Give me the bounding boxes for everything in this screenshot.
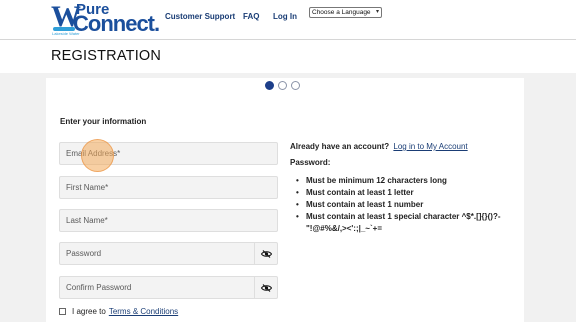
language-select-value: Choose a Language <box>312 9 371 16</box>
step-dot-1 <box>265 81 274 90</box>
password-rules-heading: Password: <box>290 158 331 167</box>
eye-slash-icon[interactable] <box>254 243 277 264</box>
step-indicator <box>265 81 300 90</box>
logo-connect: Connect. <box>73 11 160 36</box>
first-name-field[interactable]: First Name* <box>59 176 278 199</box>
first-name-placeholder: First Name* <box>66 183 109 192</box>
password-rule: Must be minimum 12 characters long <box>296 175 516 187</box>
password-rule: Must contain at least 1 special characte… <box>296 211 516 235</box>
eye-slash-icon[interactable] <box>254 277 277 298</box>
step-dot-3 <box>291 81 300 90</box>
already-have-account-text: Already have an account? <box>290 142 390 151</box>
last-name-field[interactable]: Last Name* <box>59 209 278 232</box>
terms-agreement: I agree to Terms & Conditions <box>59 307 178 316</box>
last-name-placeholder: Last Name* <box>66 216 108 225</box>
form-heading: Enter your information <box>60 117 147 126</box>
language-select[interactable]: Choose a Language ▾ <box>309 7 382 18</box>
password-field[interactable]: Password <box>59 242 278 265</box>
nav-faq-link[interactable]: FAQ <box>243 12 259 21</box>
click-indicator <box>81 139 114 172</box>
nav-customer-support-link[interactable]: Customer Support <box>165 12 235 21</box>
logo-tagline: Lakeside Water <box>52 31 80 36</box>
terms-link[interactable]: Terms & Conditions <box>109 307 178 316</box>
password-rule: Must contain at least 1 number <box>296 199 516 211</box>
page-title: REGISTRATION <box>51 48 162 64</box>
purewconnect-logo[interactable]: W Pure Connect. Lakeside Water <box>51 2 160 36</box>
confirm-password-field[interactable]: Confirm Password <box>59 276 278 299</box>
password-rule: Must contain at least 1 letter <box>296 187 516 199</box>
login-to-account-link[interactable]: Log in to My Account <box>393 142 467 151</box>
nav-login-link[interactable]: Log In <box>273 12 297 21</box>
password-placeholder: Password <box>66 249 102 258</box>
step-dot-2 <box>278 81 287 90</box>
password-rules-list: Must be minimum 12 characters long Must … <box>296 175 516 235</box>
terms-checkbox[interactable] <box>59 308 66 315</box>
terms-agree-label: I agree to <box>72 307 106 316</box>
confirm-password-placeholder: Confirm Password <box>66 283 132 292</box>
top-bar: W Pure Connect. Lakeside Water Customer … <box>0 0 576 40</box>
chevron-down-icon: ▾ <box>375 9 379 15</box>
existing-account-prompt: Already have an account? Log in to My Ac… <box>290 142 468 151</box>
